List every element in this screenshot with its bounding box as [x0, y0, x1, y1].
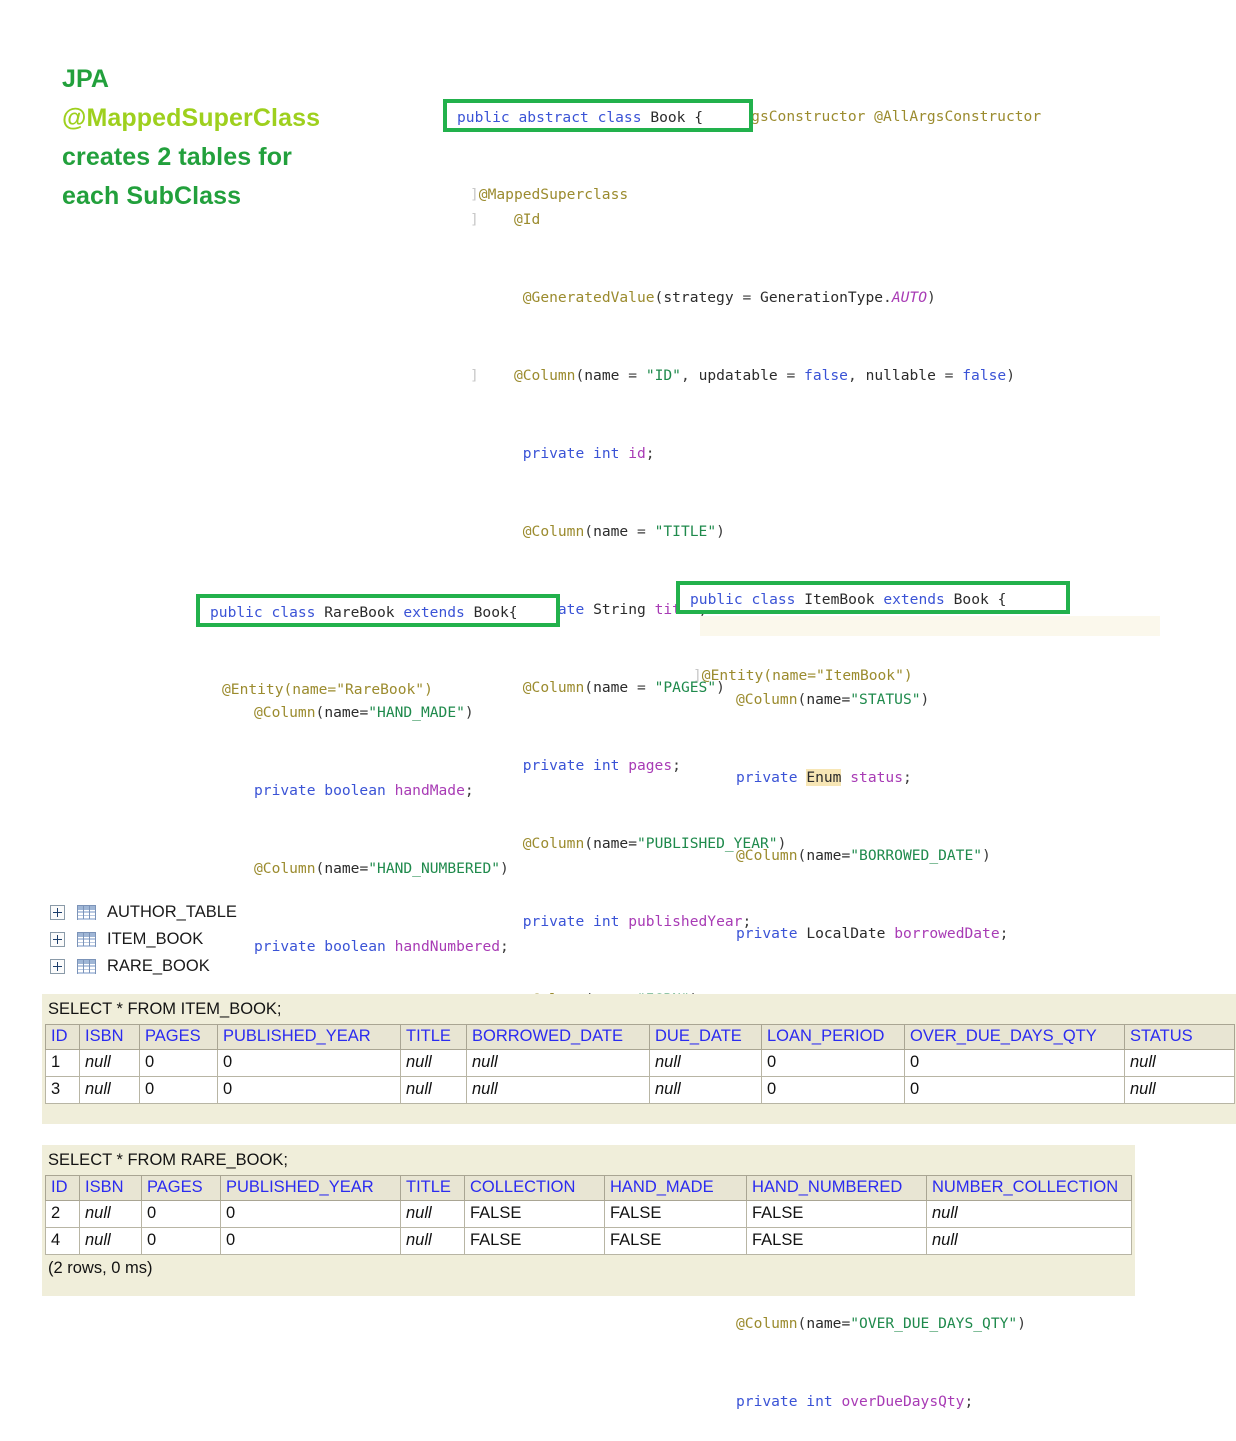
cell: FALSE	[604, 1200, 747, 1228]
cell: null	[649, 1049, 762, 1077]
book-class-declaration-highlight: public abstract class Book {	[443, 99, 753, 132]
cell: null	[649, 1076, 762, 1104]
column-header[interactable]: TITLE	[400, 1175, 465, 1201]
tree-item-label: ITEM_BOOK	[107, 930, 204, 948]
result-panel-rare-book: SELECT * FROM RARE_BOOK; ID ISBN PAGES P…	[42, 1145, 1135, 1296]
cell: null	[1124, 1049, 1235, 1077]
table-header-row: ID ISBN PAGES PUBLISHED_YEAR TITLE COLLE…	[45, 1175, 1132, 1201]
tree-item-label: RARE_BOOK	[107, 957, 210, 975]
column-header[interactable]: ISBN	[79, 1024, 140, 1050]
column-header[interactable]: OVER_DUE_DAYS_QTY	[904, 1024, 1125, 1050]
cell: 0	[139, 1076, 218, 1104]
column-header[interactable]: LOAN_PERIOD	[761, 1024, 905, 1050]
column-header[interactable]: BORROWED_DATE	[466, 1024, 650, 1050]
cell: 0	[139, 1049, 218, 1077]
cell: FALSE	[604, 1227, 747, 1255]
database-tree: AUTHOR_TABLE ITEM_BOOK RARE_BOOK	[50, 899, 237, 980]
cell: FALSE	[746, 1200, 927, 1228]
column-header[interactable]: HAND_NUMBERED	[746, 1175, 927, 1201]
column-header[interactable]: TITLE	[400, 1024, 467, 1050]
tree-item-item-book[interactable]: ITEM_BOOK	[50, 926, 237, 953]
title-line-3: creates 2 tables for	[62, 143, 292, 171]
row-count-status: (2 rows, 0 ms)	[48, 1259, 153, 1277]
cell: 0	[904, 1076, 1125, 1104]
table-row[interactable]: 2 null 0 0 null FALSE FALSE FALSE null	[45, 1200, 1132, 1228]
title-line-1: JPA	[62, 65, 110, 93]
cell: 1	[45, 1049, 80, 1077]
title-line-2: @MappedSuperClass	[62, 104, 321, 132]
tree-item-author-table[interactable]: AUTHOR_TABLE	[50, 899, 237, 926]
column-header[interactable]: STATUS	[1124, 1024, 1235, 1050]
table-row[interactable]: 1 null 0 0 null null null 0 0 null	[45, 1049, 1235, 1077]
column-header[interactable]: COLLECTION	[464, 1175, 605, 1201]
column-header[interactable]: ISBN	[79, 1175, 142, 1201]
cell: 0	[141, 1200, 221, 1228]
column-header[interactable]: DUE_DATE	[649, 1024, 762, 1050]
tree-item-label: AUTHOR_TABLE	[107, 903, 237, 921]
cell: 4	[45, 1227, 80, 1255]
result-panel-item-book: SELECT * FROM ITEM_BOOK; ID ISBN PAGES P…	[42, 994, 1236, 1124]
cell: 0	[217, 1049, 401, 1077]
column-header[interactable]: PUBLISHED_YEAR	[217, 1024, 401, 1050]
page-title: JPA @MappedSuperClass creates 2 tables f…	[62, 60, 442, 216]
cell: null	[79, 1076, 140, 1104]
cell: null	[466, 1049, 650, 1077]
expand-plus-icon[interactable]	[50, 932, 65, 947]
cell: 3	[45, 1076, 80, 1104]
table-row[interactable]: 3 null 0 0 null null null 0 0 null	[45, 1076, 1235, 1104]
enum-type-highlight: Enum	[806, 769, 842, 786]
cell: null	[400, 1227, 465, 1255]
column-header[interactable]: ID	[45, 1024, 80, 1050]
table-icon	[77, 905, 96, 920]
table-row[interactable]: 4 null 0 0 null FALSE FALSE FALSE null	[45, 1227, 1132, 1255]
cell: 0	[141, 1227, 221, 1255]
cell: null	[79, 1200, 142, 1228]
cell: 0	[220, 1200, 401, 1228]
result-table-rare-book: ID ISBN PAGES PUBLISHED_YEAR TITLE COLLE…	[45, 1175, 1132, 1255]
table-header-row: ID ISBN PAGES PUBLISHED_YEAR TITLE BORRO…	[45, 1024, 1235, 1050]
column-header[interactable]: PUBLISHED_YEAR	[220, 1175, 401, 1201]
cell: 0	[904, 1049, 1125, 1077]
column-header[interactable]: PAGES	[141, 1175, 221, 1201]
title-line-4: each SubClass	[62, 182, 242, 210]
sql-query-text: SELECT * FROM RARE_BOOK;	[48, 1151, 288, 1169]
table-icon	[77, 932, 96, 947]
cell: 0	[761, 1049, 905, 1077]
cell: FALSE	[464, 1227, 605, 1255]
sql-query-text: SELECT * FROM ITEM_BOOK;	[48, 1000, 282, 1018]
table-icon	[77, 959, 96, 974]
column-header[interactable]: PAGES	[139, 1024, 218, 1050]
cell: 0	[220, 1227, 401, 1255]
cell: FALSE	[464, 1200, 605, 1228]
cell: FALSE	[746, 1227, 927, 1255]
cell: 0	[217, 1076, 401, 1104]
cell: null	[926, 1227, 1132, 1255]
cell: 2	[45, 1200, 80, 1228]
column-header[interactable]: NUMBER_COLLECTION	[926, 1175, 1132, 1201]
cell: null	[79, 1049, 140, 1077]
fold-marker-icon: ]	[693, 667, 702, 684]
cell: null	[400, 1049, 467, 1077]
cell: null	[400, 1076, 467, 1104]
tree-item-rare-book[interactable]: RARE_BOOK	[50, 953, 237, 980]
expand-plus-icon[interactable]	[50, 959, 65, 974]
expand-plus-icon[interactable]	[50, 905, 65, 920]
column-header[interactable]: ID	[45, 1175, 80, 1201]
cell: null	[79, 1227, 142, 1255]
itembook-highlight-band	[700, 616, 1160, 636]
cell: null	[926, 1200, 1132, 1228]
result-table-item-book: ID ISBN PAGES PUBLISHED_YEAR TITLE BORRO…	[45, 1024, 1235, 1104]
itembook-class-declaration-highlight: public class ItemBook extends Book {	[676, 581, 1070, 614]
cell: null	[1124, 1076, 1235, 1104]
column-header[interactable]: HAND_MADE	[604, 1175, 747, 1201]
cell: 0	[761, 1076, 905, 1104]
cell: null	[466, 1076, 650, 1104]
rarebook-class-declaration-highlight: public class RareBook extends Book{	[196, 594, 560, 627]
cell: null	[400, 1200, 465, 1228]
